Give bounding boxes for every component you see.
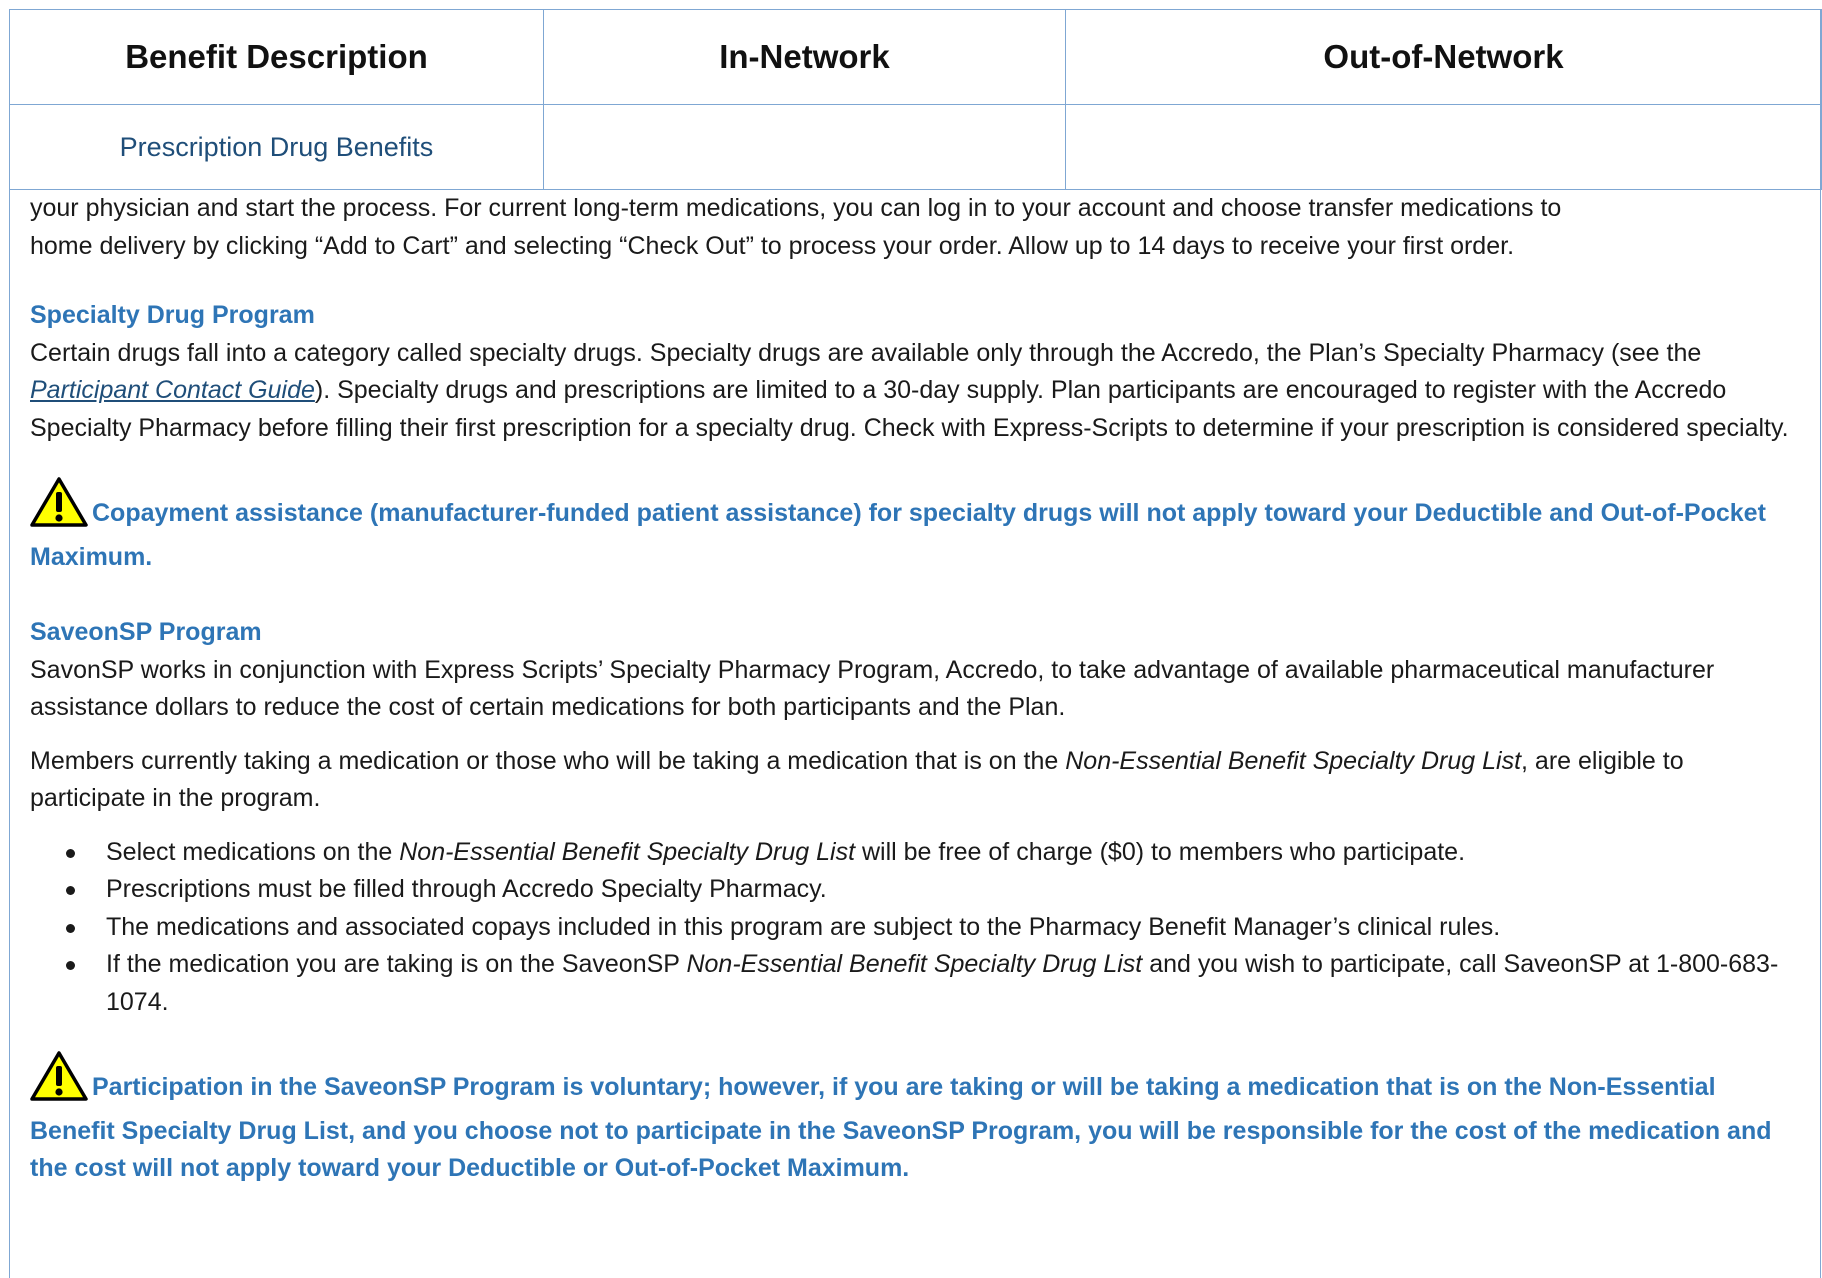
copay-warning: Copayment assistance (manufacturer-funde… xyxy=(30,477,1800,576)
participant-contact-guide-link[interactable]: Participant Contact Guide xyxy=(30,376,315,404)
copay-warning-text: Copayment assistance (manufacturer-funde… xyxy=(30,499,1766,571)
category-cell: Prescription Drug Benefits xyxy=(9,104,544,190)
table-row: Prescription Drug Benefits xyxy=(9,104,1822,190)
header-in-network: In-Network xyxy=(543,9,1066,105)
document-body: your physician and start the process. Fo… xyxy=(30,190,1800,1188)
list-item: The medications and associated copays in… xyxy=(66,909,1800,947)
saveon-paragraph-2: Members currently taking a medication or… xyxy=(30,746,1684,813)
out-of-network-cell xyxy=(1065,104,1822,190)
saveon-heading: SaveonSP Program xyxy=(30,618,262,646)
saveon-paragraph-1: SavonSP works in conjunction with Expres… xyxy=(30,655,1715,722)
participation-warning: Participation in the SaveonSP Program is… xyxy=(30,1051,1800,1188)
header-benefit-description: Benefit Description xyxy=(9,9,544,105)
participation-warning-text: Participation in the SaveonSP Program is… xyxy=(30,1073,1772,1182)
table-header-row: Benefit Description In-Network Out-of-Ne… xyxy=(9,9,1822,105)
header-out-of-network: Out-of-Network xyxy=(1065,9,1822,105)
in-network-cell xyxy=(543,104,1066,190)
benefit-table: Benefit Description In-Network Out-of-Ne… xyxy=(9,9,1822,190)
warning-triangle-icon xyxy=(30,1051,88,1113)
specialty-paragraph: Certain drugs fall into a category calle… xyxy=(30,338,1789,442)
list-item: Select medications on the Non-Essential … xyxy=(66,834,1800,872)
saveon-bullet-list: Select medications on the Non-Essential … xyxy=(30,834,1800,1022)
intro-line-1: your physician and start the process. Fo… xyxy=(30,194,1562,222)
intro-paragraph: your physician and start the process. Fo… xyxy=(30,190,1800,265)
intro-line-2: home delivery by clicking “Add to Cart” … xyxy=(30,231,1515,260)
list-item: If the medication you are taking is on t… xyxy=(66,946,1800,1021)
warning-triangle-icon xyxy=(30,477,88,539)
specialty-heading: Specialty Drug Program xyxy=(30,301,315,329)
list-item: Prescriptions must be filled through Acc… xyxy=(66,871,1800,909)
